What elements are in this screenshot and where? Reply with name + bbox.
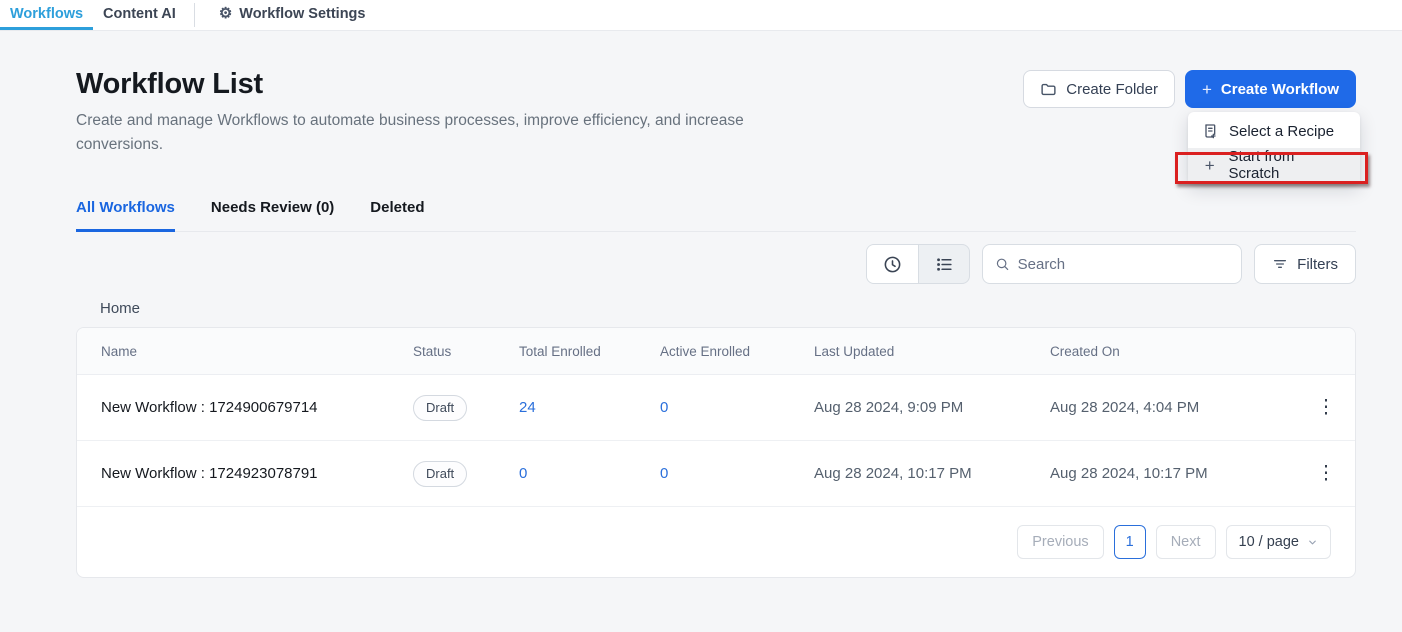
active-enrolled-link[interactable]: 0	[660, 465, 814, 482]
last-updated-value: Aug 28 2024, 9:09 PM	[814, 399, 1050, 416]
page-number-button[interactable]: 1	[1114, 525, 1146, 559]
active-enrolled-link[interactable]: 0	[660, 399, 814, 416]
tab-needs-review[interactable]: Needs Review (0)	[211, 199, 334, 232]
plus-icon: +	[1202, 81, 1212, 98]
workflow-table: Name Status Total Enrolled Active Enroll…	[76, 327, 1356, 578]
status-badge: Draft	[413, 395, 467, 421]
search-input[interactable]	[1018, 256, 1230, 273]
filters-button[interactable]: Filters	[1254, 244, 1356, 284]
column-header-created-on: Created On	[1050, 344, 1297, 359]
nav-item-label: Workflow Settings	[239, 6, 365, 22]
tab-deleted[interactable]: Deleted	[370, 199, 424, 232]
page-size-label: 10 / page	[1239, 534, 1299, 550]
tab-all-workflows[interactable]: All Workflows	[76, 199, 175, 232]
search-icon	[995, 256, 1009, 272]
nav-item-label: Workflows	[10, 6, 83, 22]
workflow-name[interactable]: New Workflow : 1724900679714	[101, 399, 413, 416]
nav-item-content-ai[interactable]: Content AI	[93, 0, 186, 30]
table-header: Name Status Total Enrolled Active Enroll…	[77, 328, 1355, 375]
list-icon	[935, 255, 954, 274]
next-page-button[interactable]: Next	[1156, 525, 1216, 559]
column-header-last-updated: Last Updated	[814, 344, 1050, 359]
column-header-total-enrolled: Total Enrolled	[519, 344, 660, 359]
breadcrumb[interactable]: Home	[100, 300, 1356, 317]
table-row[interactable]: New Workflow : 1724923078791 Draft 0 0 A…	[77, 441, 1355, 507]
created-on-value: Aug 28 2024, 4:04 PM	[1050, 399, 1297, 416]
menu-item-label: Start from Scratch	[1229, 148, 1346, 182]
column-header-name: Name	[101, 344, 413, 359]
table-row[interactable]: New Workflow : 1724900679714 Draft 24 0 …	[77, 375, 1355, 441]
nav-item-workflows[interactable]: Workflows	[0, 0, 93, 30]
workflow-name[interactable]: New Workflow : 1724923078791	[101, 465, 413, 482]
recent-view-button[interactable]	[867, 245, 918, 283]
recipe-icon	[1202, 123, 1218, 139]
page-header-text: Workflow List Create and manage Workflow…	[76, 68, 821, 157]
last-updated-value: Aug 28 2024, 10:17 PM	[814, 465, 1050, 482]
workflow-tabs: All Workflows Needs Review (0) Deleted	[76, 199, 1356, 232]
total-enrolled-link[interactable]: 24	[519, 399, 660, 416]
nav-divider	[194, 3, 195, 27]
header-buttons: Create Folder + Create Workflow	[1023, 70, 1356, 108]
create-workflow-label: Create Workflow	[1221, 81, 1339, 98]
total-enrolled-link[interactable]: 0	[519, 465, 660, 482]
search-container	[982, 244, 1242, 284]
filter-icon	[1272, 256, 1288, 272]
nav-item-workflow-settings[interactable]: ⚙ Workflow Settings	[209, 0, 376, 30]
create-folder-button[interactable]: Create Folder	[1023, 70, 1175, 108]
status-badge: Draft	[413, 461, 467, 487]
column-header-status: Status	[413, 344, 519, 359]
column-header-active-enrolled: Active Enrolled	[660, 344, 814, 359]
previous-page-button[interactable]: Previous	[1017, 525, 1103, 559]
top-nav: Workflows Content AI ⚙ Workflow Settings	[0, 0, 1402, 31]
pagination: Previous 1 Next 10 / page	[77, 507, 1355, 577]
created-on-value: Aug 28 2024, 10:17 PM	[1050, 465, 1297, 482]
menu-item-start-from-scratch[interactable]: + Start from Scratch	[1188, 148, 1360, 182]
page-header: Workflow List Create and manage Workflow…	[76, 68, 1356, 157]
gear-icon: ⚙	[219, 6, 232, 21]
create-workflow-button[interactable]: + Create Workflow	[1185, 70, 1356, 108]
page-description: Create and manage Workflows to automate …	[76, 109, 821, 157]
page-title: Workflow List	[76, 68, 821, 101]
nav-item-label: Content AI	[103, 6, 176, 22]
plus-icon: +	[1202, 157, 1218, 174]
folder-icon	[1040, 81, 1057, 98]
filters-label: Filters	[1297, 256, 1338, 273]
row-actions-kebab-icon[interactable]: ⋮	[1297, 398, 1355, 417]
view-toggle	[866, 244, 970, 284]
clock-icon	[883, 255, 902, 274]
list-toolbar: Filters	[76, 244, 1356, 284]
chevron-down-icon	[1307, 537, 1318, 548]
list-view-button[interactable]	[918, 245, 969, 283]
create-workflow-dropdown: Select a Recipe + Start from Scratch	[1188, 112, 1360, 184]
menu-item-label: Select a Recipe	[1229, 123, 1334, 140]
menu-item-select-a-recipe[interactable]: Select a Recipe	[1188, 114, 1360, 148]
row-actions-kebab-icon[interactable]: ⋮	[1297, 464, 1355, 483]
create-folder-label: Create Folder	[1066, 81, 1158, 98]
page-size-select[interactable]: 10 / page	[1226, 525, 1331, 559]
